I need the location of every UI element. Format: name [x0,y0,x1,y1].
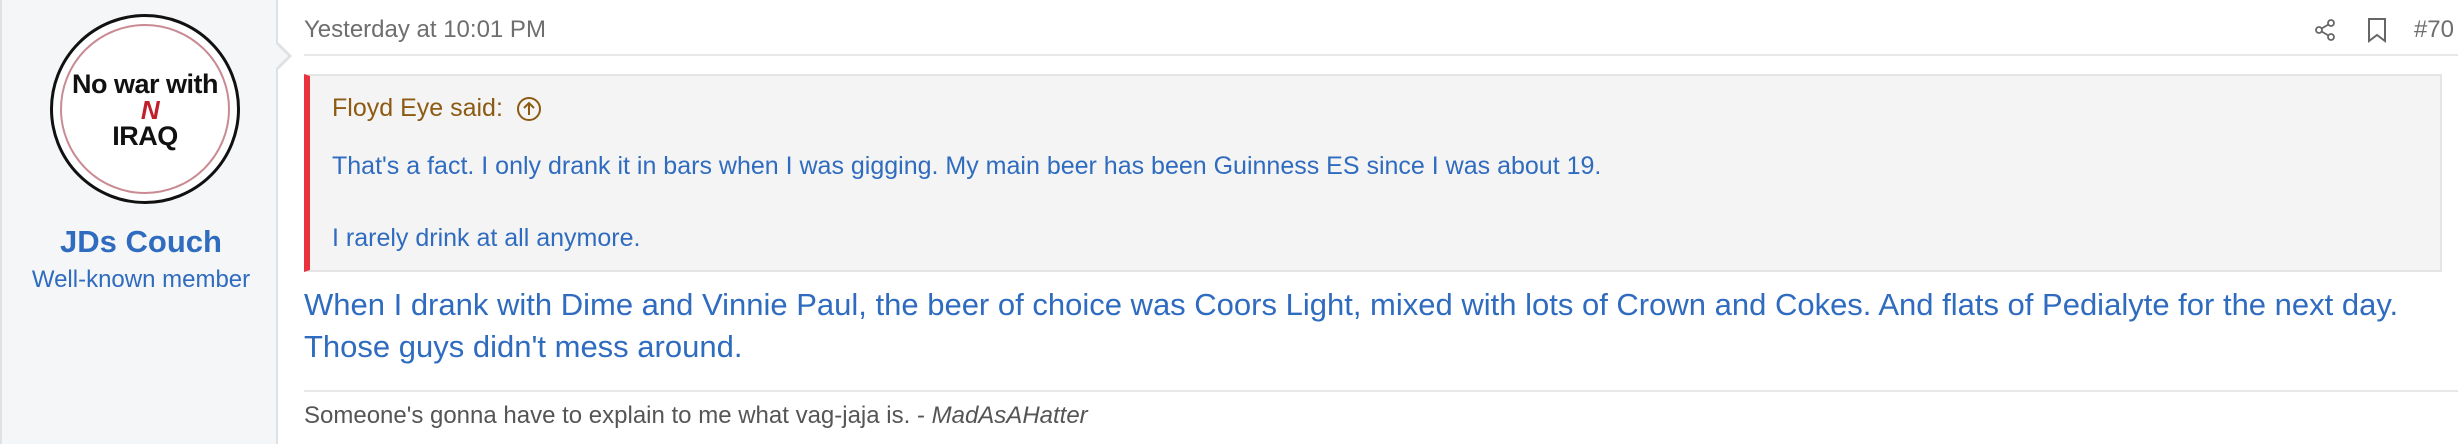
quote-author: Floyd Eye said: [332,94,503,122]
arrow-up-circle-icon[interactable] [515,95,543,123]
quote-attribution[interactable]: Floyd Eye said: [332,94,543,123]
quote-block: Floyd Eye said: That's a fact. I only dr… [304,74,2442,272]
quote-text-line-2: I rarely drink at all anymore. [332,224,641,252]
post-timestamp[interactable]: Yesterday at 10:01 PM [304,16,546,44]
post-actions: #70 [2310,12,2454,48]
user-sidebar: No war with N IRAQ JDs Couch Well-known … [0,0,278,444]
user-title: Well-known member [31,266,251,293]
signature: Someone's gonna have to explain to me wh… [304,390,2458,430]
share-icon[interactable] [2310,15,2340,45]
avatar-text: No war with N IRAQ [53,69,237,151]
post-number-link[interactable]: #70 [2414,16,2454,44]
post-header: Yesterday at 10:01 PM #70 [304,0,2458,56]
bookmark-icon[interactable] [2362,15,2392,45]
avatar-text-line2: IRAQ [112,121,178,151]
quote-text-line-1: That's a fact. I only drank it in bars w… [332,152,1602,180]
post-message: When I drank with Dime and Vinnie Paul, … [304,287,2399,364]
signature-author: MadAsAHatter [931,402,1088,429]
signature-text: Someone's gonna have to explain to me wh… [304,402,932,429]
avatar-circle: No war with N IRAQ [50,14,240,204]
sidebar-pointer [274,40,292,72]
avatar[interactable]: No war with N IRAQ [50,14,240,204]
avatar-text-n: N [140,95,160,125]
username-link[interactable]: JDs Couch [2,224,280,260]
